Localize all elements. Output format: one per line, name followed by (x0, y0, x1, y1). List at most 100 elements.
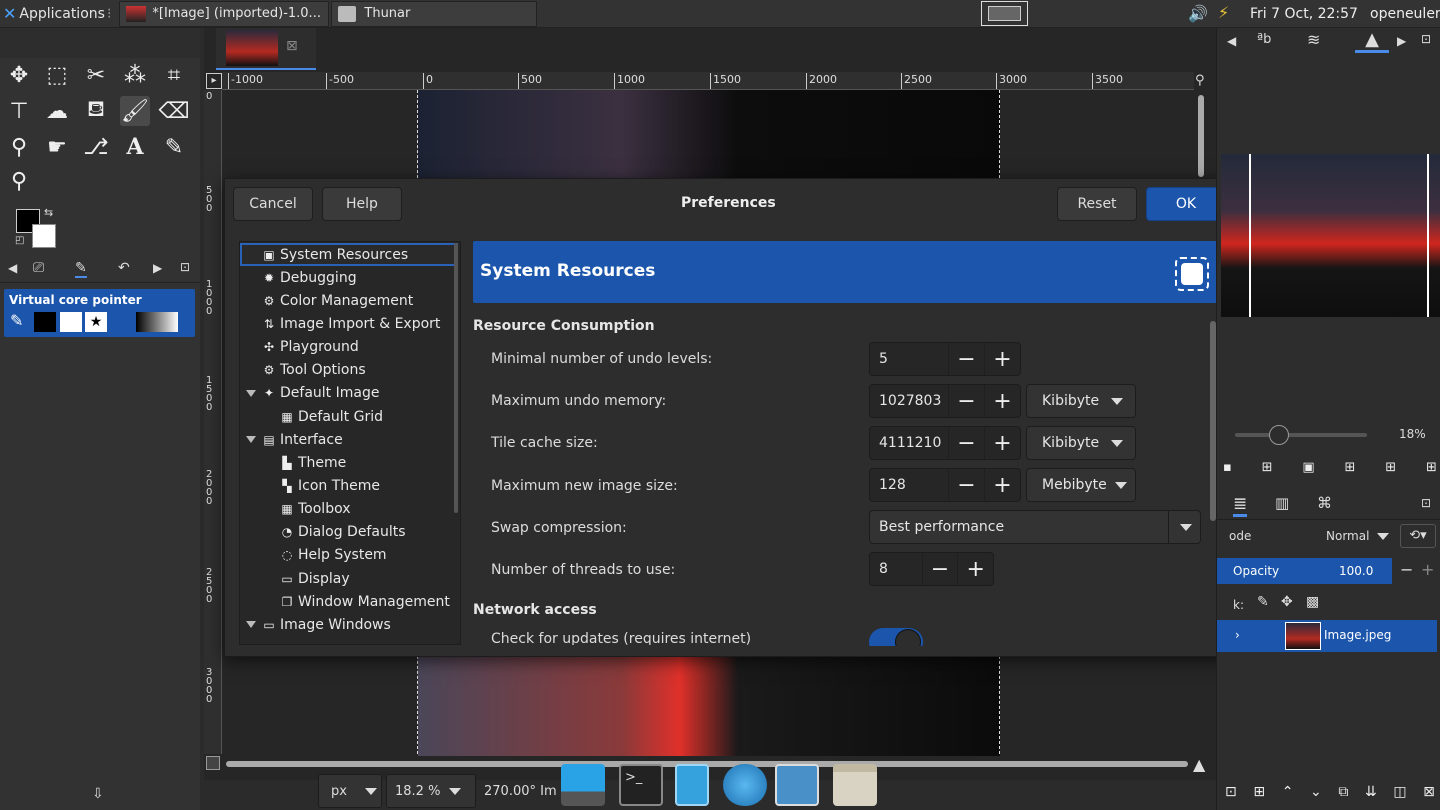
tab-menu-icon[interactable]: ⊡ (180, 260, 190, 274)
layers-stack-tab-icon[interactable]: ≋ (1307, 30, 1320, 49)
duplicate-layer-icon[interactable]: ⧉ (1338, 784, 1348, 804)
tool-options-tab-icon[interactable]: ✎ (75, 260, 87, 278)
nav-item-icon-theme[interactable]: ▚ Icon Theme (240, 475, 458, 498)
expander-arrow-icon[interactable] (246, 436, 256, 444)
nav-item-color-management[interactable]: ⚙ Color Management (240, 289, 458, 312)
workspace-switcher[interactable] (981, 1, 1028, 26)
zoom-combo[interactable]: 18.2 % (386, 774, 476, 808)
layer-row[interactable]: › Image.jpeg (1217, 620, 1437, 652)
zoom-out-icon[interactable]: ▪ (1223, 460, 1232, 478)
swap-compression-combo[interactable]: Best performance (869, 510, 1201, 544)
navigation-tab-icon[interactable]: ▲ (1355, 29, 1389, 53)
tile-cache-value[interactable]: 4111210 (870, 435, 948, 451)
nav-item-display[interactable]: ▭ Display (240, 567, 458, 590)
warp-tool-icon[interactable]: ☁ (42, 96, 72, 126)
navigation-viewport[interactable] (1249, 154, 1429, 317)
nav-item-interface[interactable]: ▤ Interface (240, 428, 458, 451)
user-menu[interactable]: openeuler (1370, 6, 1440, 22)
paths-tool-icon[interactable]: ⎇ (81, 132, 111, 162)
undo-memory-spinner[interactable]: 1027803 − + (869, 384, 1021, 418)
nav-item-window-management[interactable]: ❐ Window Management (240, 590, 458, 613)
minus-icon[interactable]: − (921, 553, 958, 585)
zoom-shrink-icon[interactable]: ⊞ (1426, 460, 1437, 478)
volume-icon[interactable]: 🔊 (1188, 4, 1208, 23)
image-canvas-top[interactable] (418, 90, 1000, 180)
undo-memory-value[interactable]: 1027803 (870, 393, 948, 409)
vertical-ruler[interactable]: 0 500 1000 1500 2000 2500 3000 (204, 90, 222, 754)
mode-reset-button[interactable]: ⟲▾ (1400, 524, 1436, 548)
nav-list-scrollbar[interactable] (454, 243, 458, 513)
smudge-tool-icon[interactable]: ☛ (42, 132, 72, 162)
plus-icon[interactable]: + (984, 469, 1020, 501)
vertical-scrollbar[interactable] (1198, 95, 1204, 177)
undo-memory-unit-combo[interactable]: Kibibyte (1026, 384, 1136, 418)
web-browser-icon[interactable] (723, 764, 767, 806)
close-tab-icon[interactable]: ⊠ (286, 38, 298, 54)
reset-button[interactable]: Reset (1057, 187, 1137, 221)
paintbrush-tool-icon[interactable]: 🖌 (120, 96, 150, 126)
minus-icon[interactable]: − (948, 343, 984, 375)
bucket-fill-icon[interactable]: ⛾ (81, 96, 111, 126)
zoom-value[interactable]: 18.2 % (395, 784, 449, 799)
channels-tab-icon[interactable]: ▥ (1275, 494, 1289, 512)
swap-colors-icon[interactable]: ⇆ (44, 206, 53, 219)
undo-history-tab-icon[interactable]: ↶ (118, 260, 130, 276)
plus-icon[interactable]: + (984, 343, 1020, 375)
nav-item-debugging[interactable]: ✹ Debugging (240, 266, 458, 289)
nav-item-playground[interactable]: ✣ Playground (240, 336, 458, 359)
clock[interactable]: Fri 7 Oct, 22:57 (1250, 6, 1358, 22)
unified-transform-icon[interactable]: ⊤ (4, 96, 34, 126)
eraser-tool-icon[interactable]: ⌫ (158, 96, 189, 126)
background-color-swatch[interactable] (32, 224, 56, 248)
nav-item-dialog-defaults[interactable]: ◔ Dialog Defaults (240, 521, 458, 544)
nav-item-image-windows[interactable]: ▭ Image Windows (240, 613, 458, 636)
undo-levels-spinner[interactable]: 5 − + (869, 342, 1021, 376)
zoom-slider[interactable] (1235, 425, 1367, 445)
max-image-size-value[interactable]: 128 (870, 477, 948, 493)
layer-visibility-icon[interactable]: › (1235, 628, 1240, 642)
dock-prev-icon[interactable]: ◀ (1227, 34, 1236, 48)
merge-layer-icon[interactable]: ⇊ (1365, 784, 1377, 804)
dock-menu-icon[interactable]: ⊡ (1421, 32, 1431, 46)
mode-combo[interactable]: Normal (1317, 524, 1393, 548)
applications-menu[interactable]: ✕ Applications ⁝ (0, 0, 117, 28)
unit-combo[interactable]: px (318, 774, 382, 808)
expander-arrow-icon[interactable] (246, 389, 256, 397)
max-image-size-unit-combo[interactable]: Mebibyte (1026, 468, 1136, 502)
plus-icon[interactable]: + (984, 427, 1020, 459)
delete-layer-icon[interactable]: ⊠ (1423, 784, 1435, 804)
tab-prev-icon[interactable]: ◀ (8, 261, 17, 275)
navigate-icon[interactable]: ▲ (1193, 755, 1205, 774)
rect-select-tool-icon[interactable]: ⬚ (42, 60, 72, 90)
image-tab[interactable]: ⊠ (216, 28, 316, 70)
weather-icon[interactable]: ⚡ (1218, 3, 1229, 22)
threads-value[interactable]: 8 (870, 561, 922, 577)
lower-layer-icon[interactable]: ⌄ (1310, 784, 1322, 804)
zoom-slider-knob[interactable] (1269, 425, 1289, 445)
cancel-button[interactable]: Cancel (233, 187, 313, 221)
zoom-1-icon[interactable]: ▣ (1302, 460, 1314, 478)
toolbox-bottom-icon[interactable]: ⇩ (92, 786, 104, 802)
nav-item-theme[interactable]: ▙ Theme (240, 451, 458, 474)
new-layer-icon[interactable]: ⊡ (1225, 784, 1237, 804)
text-tool-icon[interactable]: A (120, 132, 150, 162)
plus-icon[interactable]: + (984, 385, 1020, 417)
zoom-nav-icon[interactable]: ⚲ (1195, 73, 1205, 88)
horizontal-ruler[interactable]: -1000 -500 0 500 1000 1500 2000 2500 3000 3500 (222, 72, 1194, 90)
color-picker-icon[interactable]: ✎ (159, 132, 189, 162)
lock-pixels-icon[interactable]: ✎ (1257, 594, 1269, 610)
minus-icon[interactable]: − (948, 385, 984, 417)
layer-name[interactable]: Image.jpeg (1324, 628, 1391, 642)
scissors-tool-icon[interactable]: ✂ (81, 60, 111, 90)
lock-position-icon[interactable]: ✥ (1281, 594, 1293, 610)
image-canvas-bottom[interactable] (418, 656, 1000, 756)
max-image-size-spinner[interactable]: 128 − + (869, 468, 1021, 502)
nav-item-default-grid[interactable]: ▦ Default Grid (240, 405, 458, 428)
raise-layer-icon[interactable]: ⌃ (1282, 784, 1294, 804)
zoom-fit-icon[interactable]: ⊞ (1345, 460, 1356, 478)
canvas-bottom-corner[interactable] (206, 756, 220, 770)
app-finder-icon[interactable] (775, 764, 819, 806)
zoom-in-icon[interactable]: ⊞ (1262, 460, 1273, 478)
expander-arrow-icon[interactable] (246, 621, 256, 629)
help-button[interactable]: Help (322, 187, 402, 221)
